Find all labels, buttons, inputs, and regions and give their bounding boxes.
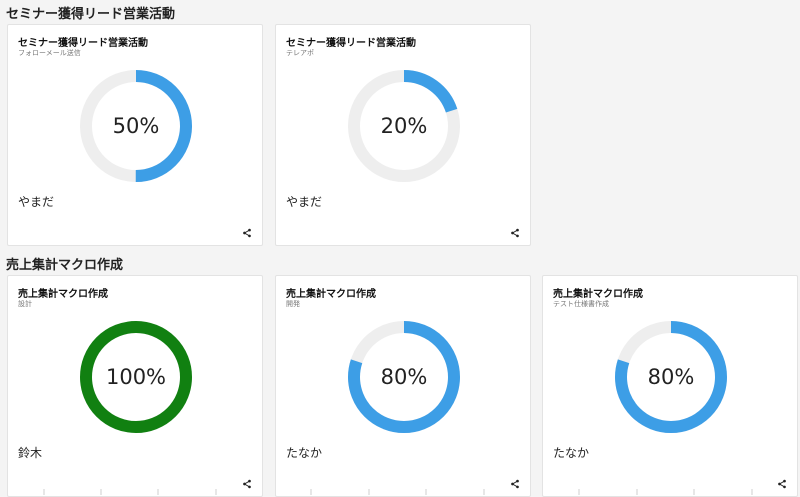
progress-percent: 80% [380,365,428,389]
task-card[interactable]: 売上集計マクロ作成 テスト仕様書作成 80% たなか [542,275,798,497]
progress-ring: 50% [78,68,194,184]
card-owner: やまだ [286,195,323,209]
progress-percent: 100% [105,365,167,389]
card-subtitle: フォローメール送信 [18,49,81,57]
progress-percent: 50% [112,114,160,138]
progress-ring: 80% [613,319,729,435]
card-owner: やまだ [18,195,55,209]
progress-percent: 80% [647,365,695,389]
bottom-ruler-ticks [43,489,753,495]
card-owner: たなか [286,446,323,460]
card-subtitle: 開発 [286,300,300,308]
section-title-seminar: セミナー獲得リード営業活動 [6,7,176,22]
card-owner: たなか [553,446,590,460]
share-icon[interactable] [239,225,255,241]
task-card[interactable]: セミナー獲得リード営業活動 テレアポ 20% やまだ [275,24,531,246]
section-title-macro: 売上集計マクロ作成 [6,258,124,273]
card-title: 売上集計マクロ作成 [286,289,376,300]
card-subtitle: テスト仕様書作成 [553,300,609,308]
progress-percent: 20% [380,114,428,138]
share-icon[interactable] [507,225,523,241]
progress-ring: 100% [78,319,194,435]
progress-ring: 20% [346,68,462,184]
task-card[interactable]: 売上集計マクロ作成 開発 80% たなか [275,275,531,497]
card-title: 売上集計マクロ作成 [553,289,643,300]
task-card[interactable]: セミナー獲得リード営業活動 フォローメール送信 50% やまだ [7,24,263,246]
card-title: セミナー獲得リード営業活動 [286,38,416,49]
task-card[interactable]: 売上集計マクロ作成 設計 100% 鈴木 [7,275,263,497]
card-subtitle: テレアポ [286,49,314,57]
card-owner: 鈴木 [18,446,43,460]
card-title: 売上集計マクロ作成 [18,289,108,300]
progress-ring: 80% [346,319,462,435]
card-title: セミナー獲得リード営業活動 [18,38,148,49]
card-subtitle: 設計 [18,300,32,308]
